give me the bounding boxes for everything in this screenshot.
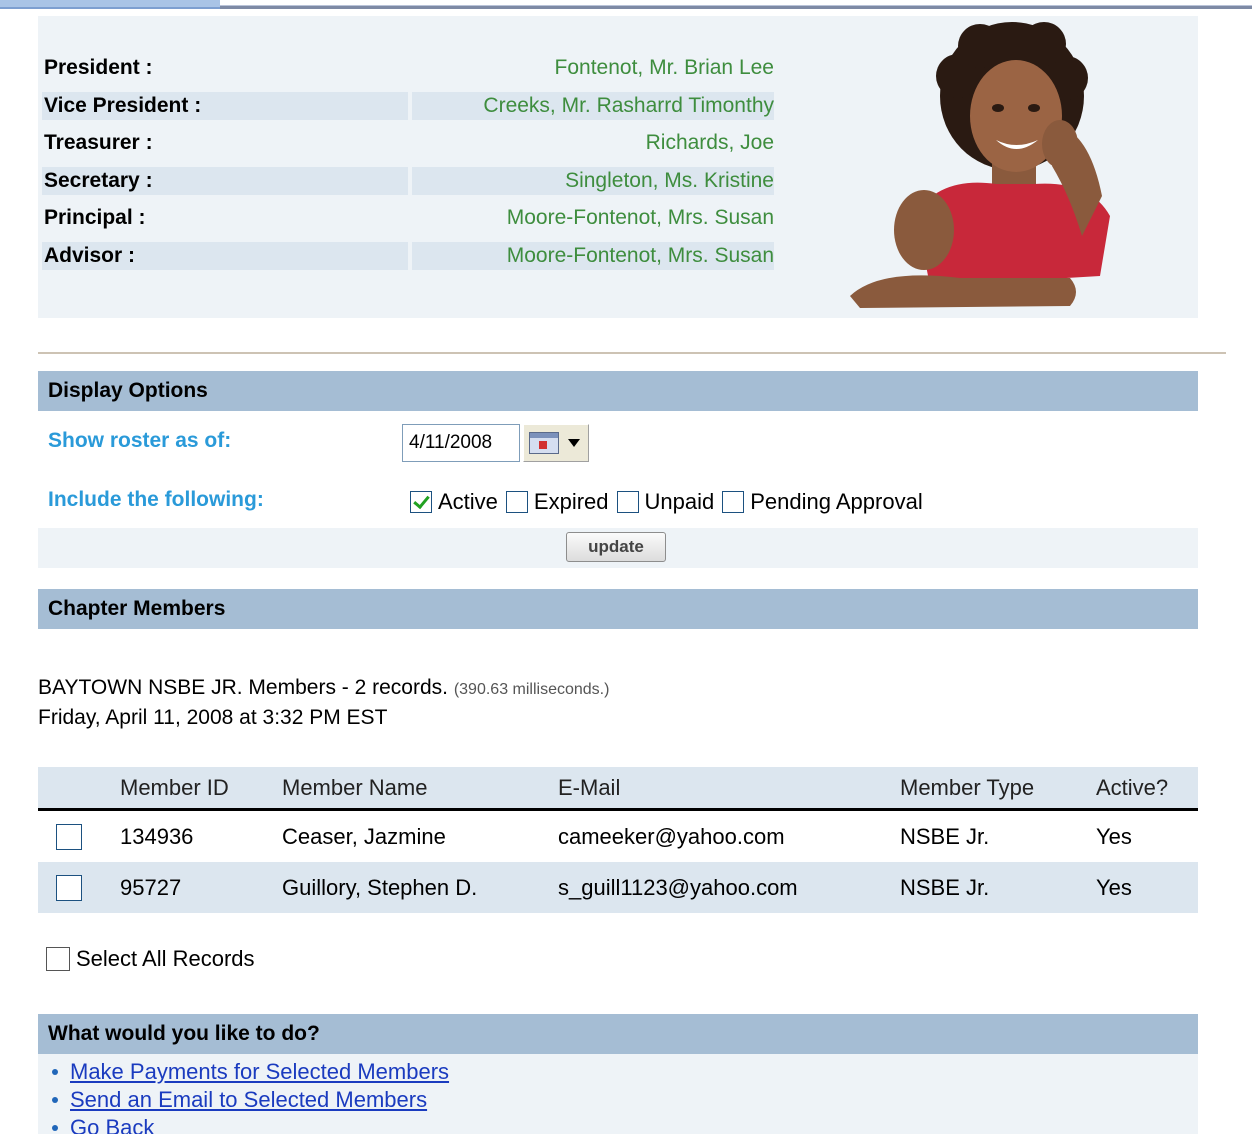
chapter-members-header: Chapter Members <box>38 589 1198 629</box>
bullet-icon <box>52 1069 58 1075</box>
bullet-icon <box>52 1097 58 1103</box>
filter-pending-approval[interactable]: Pending Approval <box>722 489 923 515</box>
member-active: Yes <box>1096 874 1132 900</box>
include-label: Include the following: <box>48 488 264 511</box>
officer-row-vice-president: Vice President : Creeks, Mr. Rasharrd Ti… <box>38 92 778 120</box>
officer-name: Creeks, Mr. Rasharrd Timonthy <box>412 92 774 120</box>
member-type: NSBE Jr. <box>900 874 990 900</box>
filter-label: Expired <box>533 489 609 514</box>
report-timestamp: Friday, April 11, 2008 at 3:32 PM EST <box>38 706 388 729</box>
active-tab-strip <box>0 0 220 9</box>
filter-label: Active <box>438 489 498 514</box>
member-status-filters: Active Expired Unpaid Pending Approval <box>410 486 931 518</box>
member-name: Ceaser, Jazmine <box>282 823 446 849</box>
select-all-checkbox[interactable] <box>46 947 70 971</box>
members-table: Member ID Member Name E-Mail Member Type… <box>38 767 1198 913</box>
row-select[interactable] <box>56 862 88 913</box>
members-summary: BAYTOWN NSBE JR. Members - 2 records. (3… <box>38 674 609 732</box>
filter-unpaid[interactable]: Unpaid <box>616 489 715 515</box>
officer-row-president: President : Fontenot, Mr. Brian Lee <box>38 54 778 82</box>
officer-label: Principal : <box>44 206 146 229</box>
filter-expired-checkbox[interactable] <box>505 491 528 513</box>
officer-name: Richards, Joe <box>645 131 774 154</box>
member-id: 95727 <box>120 874 182 900</box>
go-back-link[interactable]: Go Back <box>70 1115 154 1134</box>
member-id: 134936 <box>120 823 194 849</box>
column-header-email[interactable]: E-Mail <box>558 767 620 808</box>
members-table-header: Member ID Member Name E-Mail Member Type… <box>38 767 1198 811</box>
actions-list: Make Payments for Selected Members Send … <box>38 1054 1198 1134</box>
officer-label: Vice President : <box>42 92 408 120</box>
officer-name: Moore-Fontenot, Mrs. Susan <box>412 242 774 270</box>
query-timing: (390.63 milliseconds.) <box>453 681 610 698</box>
records-count-text: BAYTOWN NSBE JR. Members - 2 records. <box>38 676 448 699</box>
officer-row-advisor: Advisor : Moore-Fontenot, Mrs. Susan <box>38 242 778 270</box>
top-rule <box>220 5 1252 9</box>
filter-expired[interactable]: Expired <box>505 489 609 515</box>
display-options-header: Display Options <box>38 371 1198 411</box>
table-row: 134936 Ceaser, Jazmine cameeker@yahoo.co… <box>38 811 1198 862</box>
filter-label: Pending Approval <box>750 489 923 514</box>
column-header-member-name[interactable]: Member Name <box>282 767 427 808</box>
roster-date-label: Show roster as of: <box>48 429 232 452</box>
woman-portrait-image <box>820 16 1198 318</box>
top-bar <box>0 0 1252 14</box>
list-item: Go Back <box>52 1114 1198 1134</box>
update-button[interactable]: update <box>566 532 666 562</box>
select-all-label: Select All Records <box>76 946 255 971</box>
officer-name: Singleton, Ms. Kristine <box>412 167 774 195</box>
column-header-active[interactable]: Active? <box>1096 767 1168 808</box>
column-header-member-id[interactable]: Member ID <box>120 767 229 808</box>
filter-active[interactable]: Active <box>410 489 498 515</box>
officer-row-principal: Principal : Moore-Fontenot, Mrs. Susan <box>38 204 778 232</box>
make-payments-link[interactable]: Make Payments for Selected Members <box>70 1059 449 1085</box>
row-select-checkbox[interactable] <box>56 823 82 850</box>
member-name: Guillory, Stephen D. <box>282 874 478 900</box>
officer-name: Fontenot, Mr. Brian Lee <box>554 56 774 79</box>
member-email: cameeker@yahoo.com <box>558 823 785 849</box>
actions-panel: Make Payments for Selected Members Send … <box>38 1054 1198 1134</box>
filter-label: Unpaid <box>644 489 715 514</box>
officer-row-treasurer: Treasurer : Richards, Joe <box>38 129 778 157</box>
officer-label: Advisor : <box>42 242 408 270</box>
update-row: update <box>38 528 1198 568</box>
dropdown-arrow-icon <box>568 439 580 447</box>
row-select-checkbox[interactable] <box>56 874 82 901</box>
member-type: NSBE Jr. <box>900 823 990 849</box>
filter-pending-approval-checkbox[interactable] <box>722 491 745 513</box>
officer-photo <box>820 16 1198 318</box>
roster-date-input[interactable] <box>402 424 520 462</box>
member-email: s_guill1123@yahoo.com <box>558 874 798 900</box>
row-select[interactable] <box>56 811 88 862</box>
list-item: Send an Email to Selected Members <box>52 1086 1198 1114</box>
officer-name: Moore-Fontenot, Mrs. Susan <box>506 206 774 229</box>
actions-header: What would you like to do? <box>38 1014 1198 1054</box>
filter-unpaid-checkbox[interactable] <box>616 491 639 513</box>
officer-row-secretary: Secretary : Singleton, Ms. Kristine <box>38 167 778 195</box>
records-line: BAYTOWN NSBE JR. Members - 2 records. (3… <box>38 674 609 704</box>
officers-panel: President : Fontenot, Mr. Brian Lee Vice… <box>38 16 1198 318</box>
table-row: 95727 Guillory, Stephen D. s_guill1123@y… <box>38 862 1198 913</box>
calendar-picker-button[interactable] <box>523 424 589 462</box>
select-all-records[interactable]: Select All Records <box>46 946 255 972</box>
officer-label: Treasurer : <box>44 131 153 154</box>
member-active: Yes <box>1096 823 1132 849</box>
filter-active-checkbox[interactable] <box>410 491 432 513</box>
officer-label: Secretary : <box>42 167 408 195</box>
bullet-icon <box>52 1125 58 1131</box>
section-divider <box>38 352 1226 354</box>
officer-label: President : <box>44 56 153 79</box>
calendar-icon <box>529 432 559 454</box>
column-header-member-type[interactable]: Member Type <box>900 767 1034 808</box>
list-item: Make Payments for Selected Members <box>52 1058 1198 1086</box>
send-email-link[interactable]: Send an Email to Selected Members <box>70 1087 427 1113</box>
